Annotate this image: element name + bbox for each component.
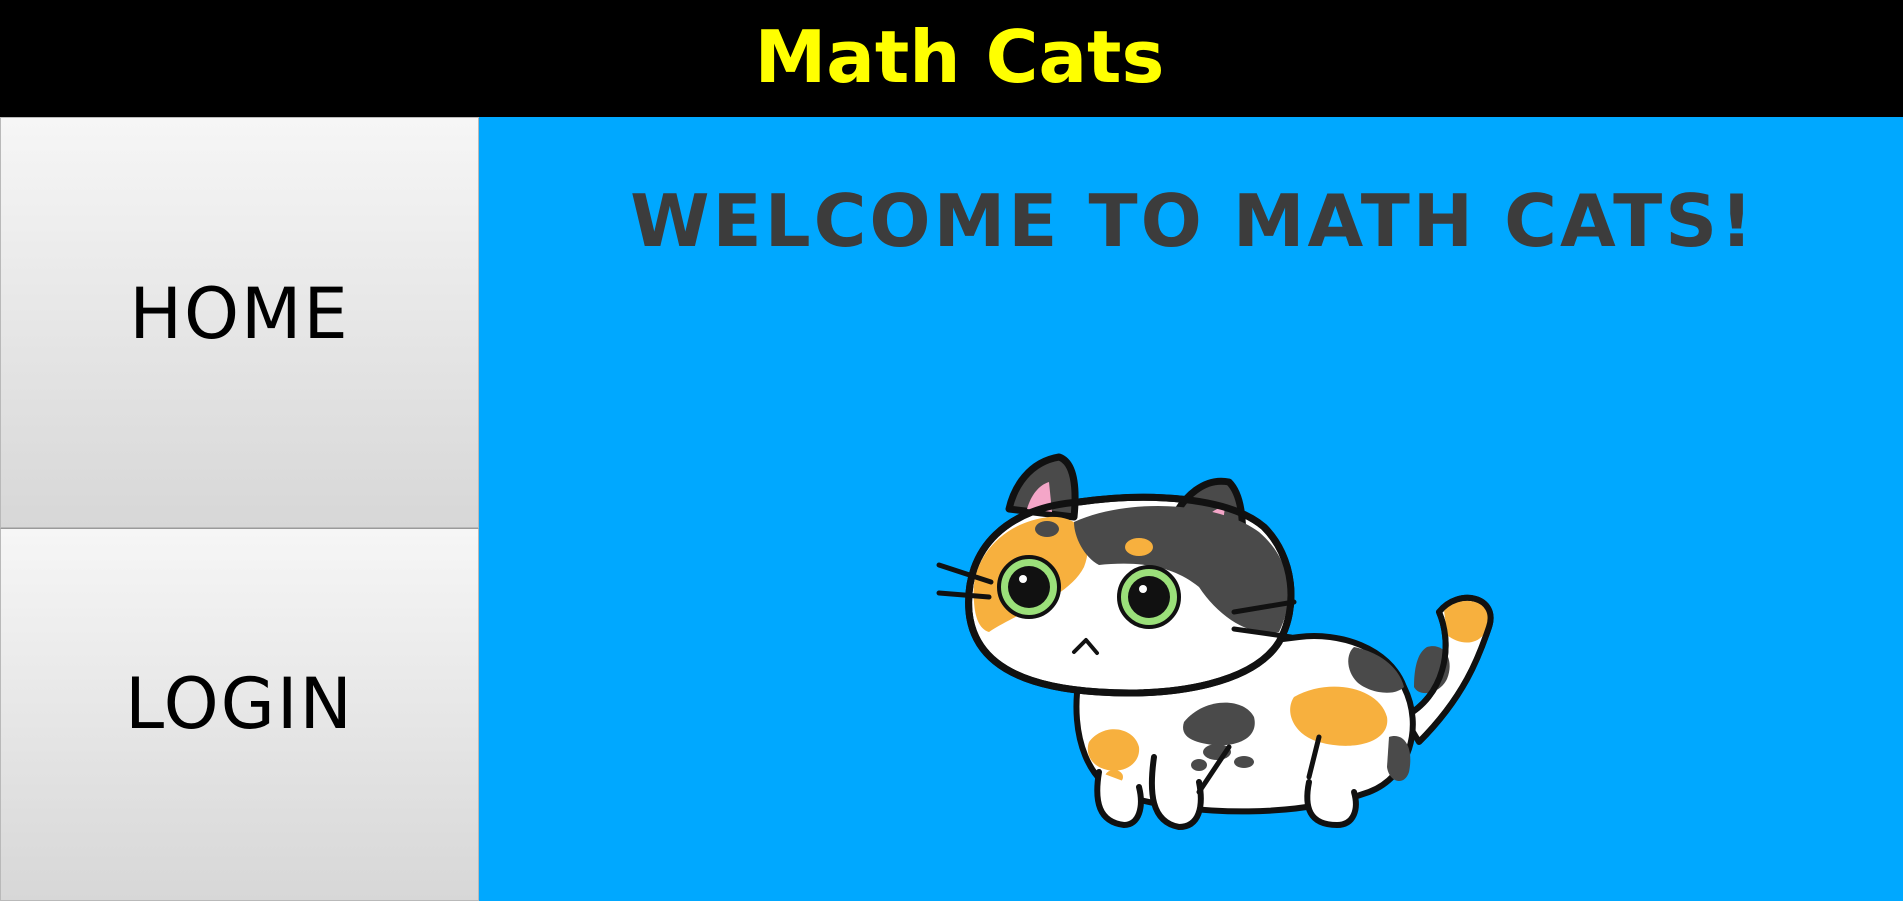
sidebar: HOME LOGIN [0,117,479,901]
nav-login-button[interactable]: LOGIN [0,527,479,901]
nav-login-label: LOGIN [125,663,354,746]
main-content: WELCOME TO MATH CATS! [479,117,1903,901]
cat-body-orange-patch-left [1087,729,1140,771]
cat-eye-left [997,555,1061,619]
top-bar: Math Cats [0,0,1903,117]
cat-eye-right [1117,565,1181,629]
welcome-heading: WELCOME TO MATH CATS! [630,179,1756,263]
calico-cat-illustration [936,453,1494,831]
nav-home-label: HOME [129,273,350,356]
app: Math Cats HOME LOGIN WELCOME TO MATH CAT… [0,0,1903,901]
nav-home-button[interactable]: HOME [0,117,479,528]
cat-tail-orange-patch [1444,600,1489,643]
app-title: Math Cats [754,14,1165,99]
